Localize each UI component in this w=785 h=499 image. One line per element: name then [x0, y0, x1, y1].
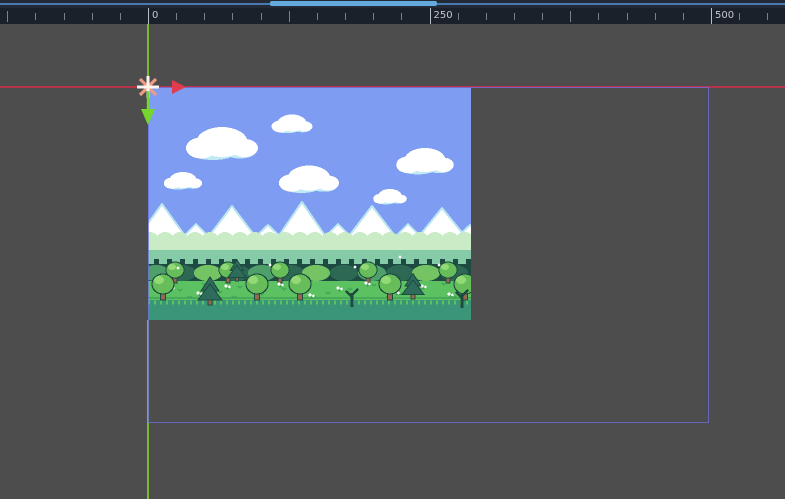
editor-2d-viewport[interactable]: 0 250 500	[0, 0, 785, 499]
ruler-tick	[7, 11, 8, 22]
ruler-tick	[317, 13, 318, 20]
ruler-tick	[767, 13, 768, 20]
ruler-tick	[542, 13, 543, 20]
ruler-tick	[627, 13, 628, 20]
ruler-tick	[739, 13, 740, 20]
x-axis-arrow-icon[interactable]	[172, 80, 186, 94]
ruler-tick	[486, 13, 487, 20]
ruler-tick	[232, 13, 233, 20]
ruler-label: 250	[434, 9, 453, 23]
ruler-tick	[683, 13, 684, 20]
scrollbar-thumb[interactable]	[270, 1, 437, 6]
ruler-tick	[92, 13, 93, 20]
horizontal-ruler: 0 250 500	[0, 8, 785, 24]
ruler-tick	[570, 11, 571, 22]
ruler-tick	[458, 13, 459, 20]
selection-rect	[148, 87, 709, 423]
ruler-tick	[148, 8, 149, 24]
origin-gizmo[interactable]	[128, 67, 200, 139]
horizontal-scrollbar[interactable]	[0, 0, 785, 8]
ruler-tick	[35, 13, 36, 20]
ruler-tick	[345, 13, 346, 20]
ruler-tick	[655, 13, 656, 20]
ruler-tick	[401, 13, 402, 20]
ruler-tick	[711, 8, 712, 24]
ruler-label: 0	[152, 9, 158, 23]
ruler-tick	[430, 8, 431, 24]
y-axis-arrow-icon[interactable]	[141, 91, 155, 125]
ruler-tick	[373, 13, 374, 20]
ruler-tick	[289, 11, 290, 22]
ruler-tick	[64, 13, 65, 20]
ruler-tick	[120, 13, 121, 20]
ruler-tick	[261, 13, 262, 20]
ruler-label: 500	[715, 9, 734, 23]
ruler-tick	[514, 13, 515, 20]
ruler-tick	[204, 13, 205, 20]
ruler-tick	[598, 13, 599, 20]
ruler-tick	[176, 13, 177, 20]
